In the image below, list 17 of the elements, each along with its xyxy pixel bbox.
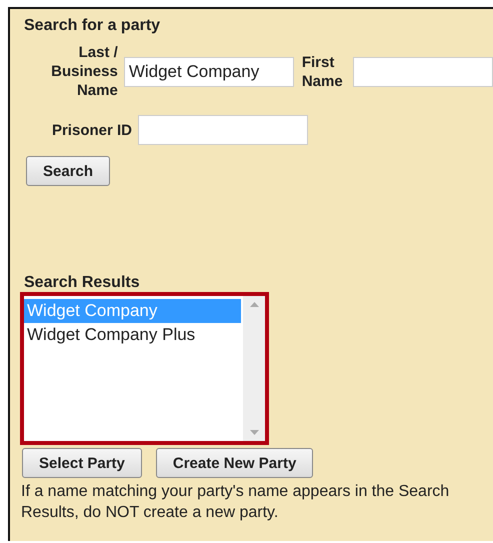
field-label: Prisoner ID: [50, 120, 132, 140]
note-text: If a name matching your party's name appears in the Search Results, do NOT create a new party.: [21, 482, 450, 523]
field-label: First Name: [302, 52, 344, 90]
results-title: Search Results: [24, 274, 141, 292]
input-field[interactable]: [353, 56, 493, 86]
search-button[interactable]: Search: [26, 156, 110, 186]
party-button[interactable]: Create New Party: [156, 448, 314, 478]
results-listbox[interactable]: Widget Company Widget Company Plus: [20, 292, 269, 445]
input-field[interactable]: Widget Company: [124, 56, 294, 86]
input-field[interactable]: [138, 115, 308, 145]
scroll-down-icon[interactable]: [250, 430, 258, 435]
scroll-up-icon[interactable]: [250, 302, 258, 307]
scrollbar[interactable]: [243, 296, 265, 441]
result-item[interactable]: Widget Company Plus: [24, 323, 241, 347]
field-label: Last / Business Name: [50, 43, 118, 100]
party-button[interactable]: Select Party: [22, 448, 142, 478]
panel-title: Search for a party: [24, 17, 162, 35]
